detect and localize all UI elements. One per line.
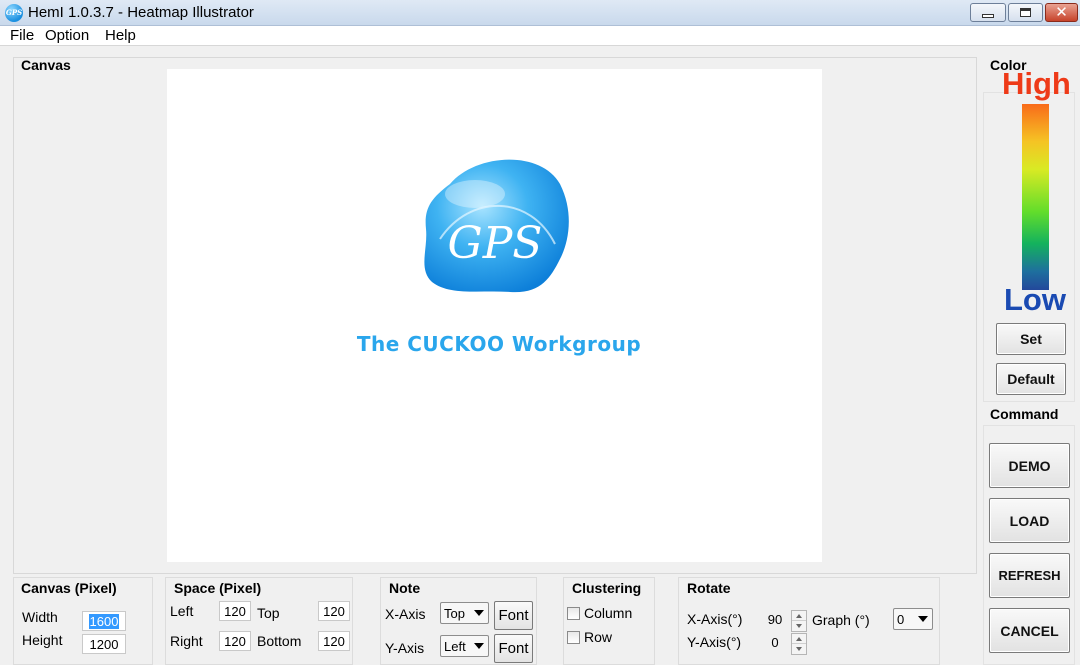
space-left-label: Left [170, 603, 194, 619]
high-label: High [1002, 66, 1071, 101]
spinner-up-icon[interactable] [792, 634, 806, 644]
width-input[interactable]: 1600 [82, 611, 126, 631]
cancel-button[interactable]: CANCEL [989, 608, 1070, 653]
space-pixel-title: Space (Pixel) [174, 580, 262, 596]
title-bar: GPS HemI 1.0.3.7 - Heatmap Illustrator ✕ [0, 0, 1080, 26]
chevron-down-icon [474, 610, 484, 616]
space-bottom-input[interactable]: 120 [318, 631, 350, 651]
maximize-button[interactable] [1008, 3, 1043, 22]
note-x-axis-select[interactable]: Top [440, 602, 489, 624]
maximize-icon [1020, 8, 1031, 17]
rotate-y-axis-spinner[interactable] [791, 633, 807, 655]
column-label: Column [584, 605, 633, 621]
space-top-input[interactable]: 120 [318, 601, 350, 621]
note-y-axis-value: Left [444, 638, 466, 654]
note-title: Note [389, 580, 421, 596]
load-button[interactable]: LOAD [989, 498, 1070, 543]
command-title: Command [990, 406, 1059, 422]
chevron-down-icon [918, 616, 928, 622]
space-left-input[interactable]: 120 [219, 601, 251, 621]
workgroup-text: The CUCKOO Workgroup [356, 332, 642, 356]
canvas-area[interactable] [167, 69, 822, 562]
column-checkbox[interactable] [567, 607, 580, 620]
menu-help[interactable]: Help [105, 27, 136, 44]
note-y-axis-font-button[interactable]: Font [494, 634, 533, 663]
spinner-down-icon[interactable] [792, 644, 806, 654]
canvas-pixel-title: Canvas (Pixel) [21, 580, 117, 596]
note-y-axis-select[interactable]: Left [440, 635, 489, 657]
spinner-down-icon[interactable] [792, 621, 806, 631]
close-button[interactable]: ✕ [1045, 3, 1078, 22]
note-x-axis-value: Top [444, 605, 465, 621]
rotate-x-axis-label: X-Axis(°) [687, 611, 743, 627]
height-value: 1200 [89, 636, 119, 652]
rotate-title: Rotate [687, 580, 731, 596]
space-right-value: 120 [224, 633, 246, 649]
minimize-icon [982, 14, 994, 18]
logo-initials: GPS [448, 218, 543, 269]
space-right-input[interactable]: 120 [219, 631, 251, 651]
graph-rotate-value: 0 [897, 611, 905, 627]
width-label: Width [22, 609, 58, 625]
rotate-y-axis-input[interactable]: 0 [760, 632, 790, 652]
rotate-x-axis-spinner[interactable] [791, 610, 807, 632]
note-y-axis-label: Y-Axis [385, 640, 425, 656]
rotate-x-axis-value: 90 [767, 611, 783, 627]
width-value: 1600 [88, 613, 120, 629]
space-top-label: Top [257, 605, 280, 621]
space-top-value: 120 [323, 603, 345, 619]
graph-rotate-select[interactable]: 0 [893, 608, 933, 630]
demo-button[interactable]: DEMO [989, 443, 1070, 488]
low-label: Low [1004, 282, 1066, 317]
chevron-down-icon [474, 643, 484, 649]
note-x-axis-font-button[interactable]: Font [494, 601, 533, 630]
space-bottom-label: Bottom [257, 633, 302, 649]
window-title: HemI 1.0.3.7 - Heatmap Illustrator [28, 4, 254, 21]
row-label: Row [584, 629, 613, 645]
refresh-button[interactable]: REFRESH [989, 553, 1070, 598]
rotate-x-axis-input[interactable]: 90 [760, 609, 790, 629]
spinner-up-icon[interactable] [792, 611, 806, 621]
row-checkbox[interactable] [567, 631, 580, 644]
gps-logo: GPS [424, 159, 569, 293]
note-x-axis-label: X-Axis [385, 606, 426, 622]
set-button[interactable]: Set [996, 323, 1066, 355]
menu-file[interactable]: File [10, 27, 34, 44]
space-right-label: Right [170, 633, 203, 649]
menu-option[interactable]: Option [45, 27, 89, 44]
height-label: Height [22, 632, 63, 648]
height-input[interactable]: 1200 [82, 634, 126, 654]
rotate-y-axis-value: 0 [771, 634, 779, 650]
graph-label: Graph (°) [812, 612, 870, 628]
canvas-title: Canvas [21, 57, 71, 73]
default-button[interactable]: Default [996, 363, 1066, 395]
color-gradient-bar[interactable] [1022, 104, 1049, 290]
close-icon: ✕ [1055, 4, 1068, 21]
rotate-y-axis-label: Y-Axis(°) [687, 634, 742, 650]
space-bottom-value: 120 [323, 633, 345, 649]
clustering-title: Clustering [572, 580, 642, 596]
menu-bar: File Option Help [0, 26, 1080, 46]
minimize-button[interactable] [970, 3, 1006, 22]
app-icon: GPS [5, 4, 23, 22]
space-left-value: 120 [224, 603, 246, 619]
